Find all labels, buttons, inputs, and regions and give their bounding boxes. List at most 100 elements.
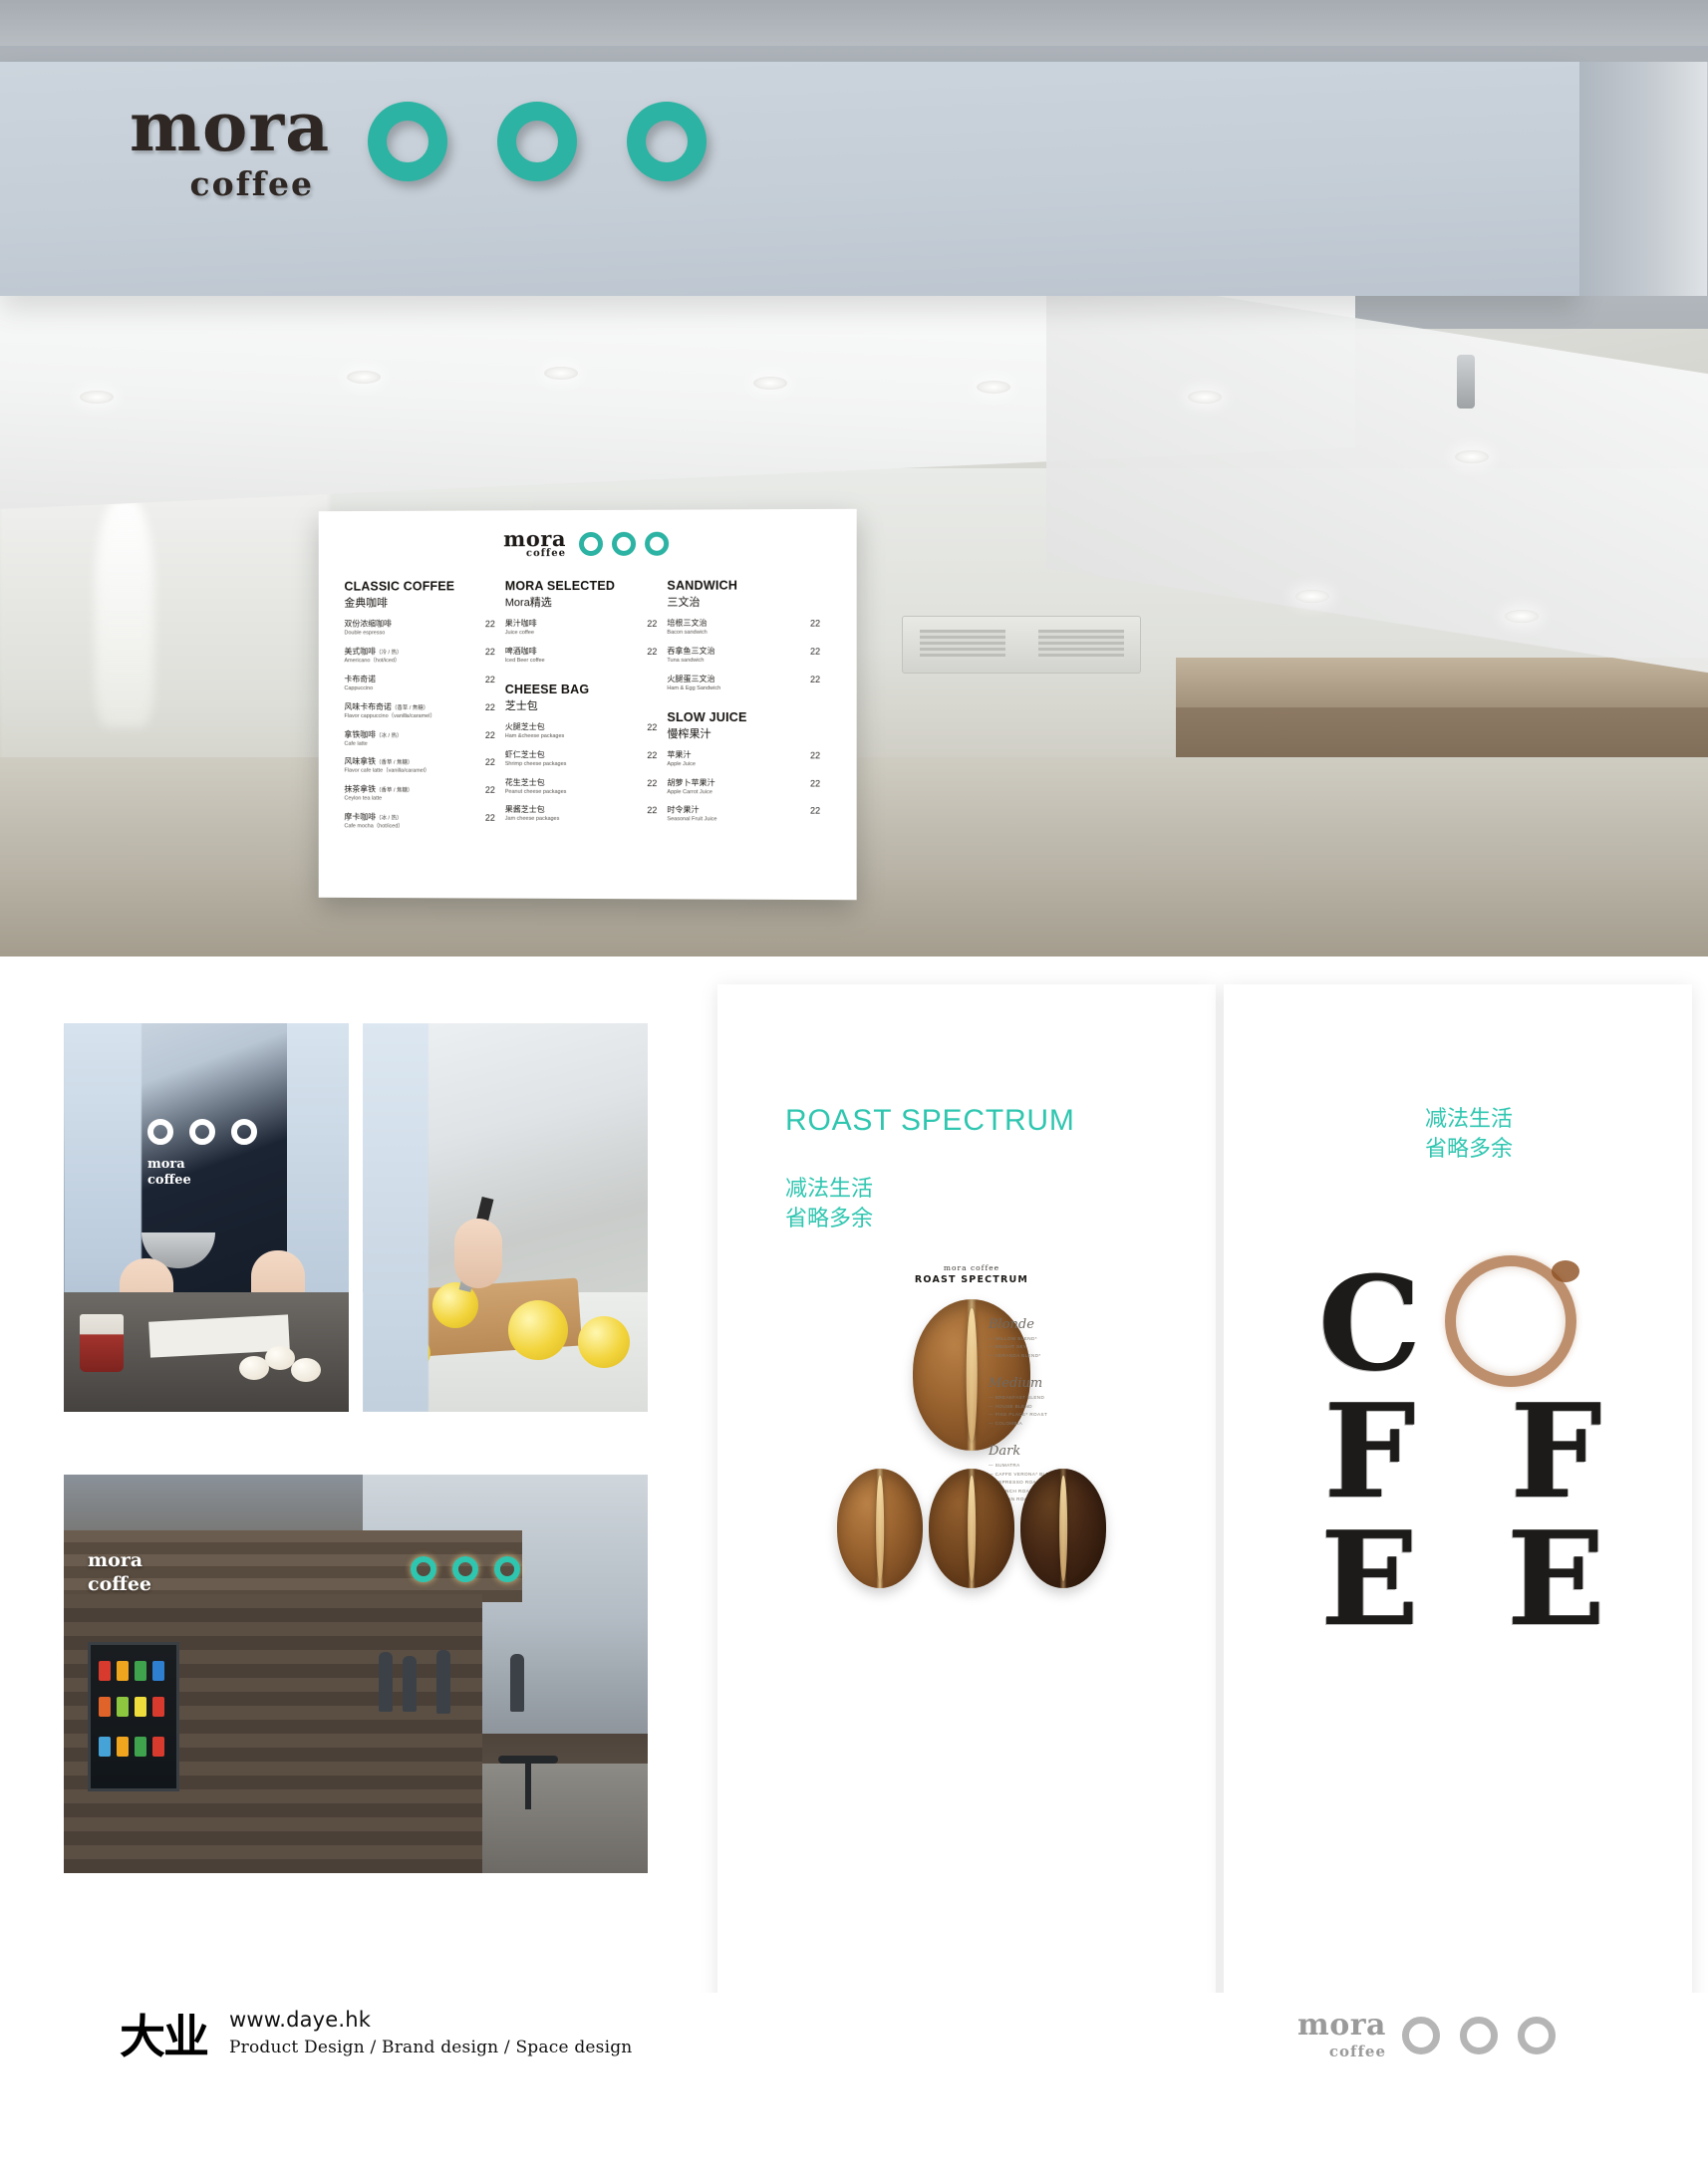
- kiosk-brand-name: mora: [88, 1549, 143, 1571]
- menu-item-names: 培根三文治 Bacon sandwich: [667, 619, 802, 637]
- artwork-header: mora coffee ROAST SPECTRUM: [837, 1263, 1106, 1285]
- hero-wordmark: mora coffee: [130, 94, 329, 203]
- ring-icon: [1402, 2016, 1440, 2054]
- menu-item-names: 卡布奇诺 Cappuccino: [344, 675, 477, 692]
- lemon: [432, 1282, 478, 1328]
- menu-item-name-cn: 果酱芝士包: [504, 805, 545, 815]
- menu-item-name-cn: 火腿蛋三文治: [667, 674, 715, 683]
- coffee-letter: E: [1319, 1502, 1420, 1656]
- menu-board: mora coffee CLASSIC COFFEE 金典咖啡 双份浓缩咖啡 Doub…: [318, 508, 857, 901]
- ring-icon: [645, 531, 670, 556]
- menu-section-title-cn: 三文治: [667, 596, 701, 609]
- lemon: [578, 1316, 630, 1368]
- hero-brand-sub: coffee: [189, 163, 314, 203]
- bottle: [117, 1697, 129, 1717]
- artwork-brand: mora coffee: [943, 1263, 1000, 1272]
- menu-item: 吞拿鱼三文治 Tuna sandwich 22: [667, 647, 820, 665]
- menu-item-price: 22: [810, 646, 821, 657]
- coffee-bean-blonde: [837, 1469, 923, 1588]
- ring-icon: [494, 1556, 520, 1582]
- poster-title: ROAST SPECTRUM: [785, 1104, 1075, 1137]
- hand: [454, 1219, 502, 1288]
- poster-slogan: 减法生活 省略多余: [785, 1174, 873, 1234]
- menu-item-name-en: Double espresso: [344, 630, 386, 637]
- coffee-letter: F: [1323, 1375, 1416, 1528]
- menu-item-names: 风味卡布奇诺（香草 / 焦糖） Flavor cappuccino（vanilla…: [344, 702, 477, 720]
- menu-item-price: 22: [810, 777, 821, 788]
- studio-url[interactable]: www.daye.hk: [229, 2008, 632, 2032]
- downlight-icon: [80, 391, 114, 404]
- menu-item-name-cn: 火腿芝士包: [504, 721, 545, 731]
- roast-group: Medium — BREAKFAST BLEND — HOUSE BLEND — PI…: [989, 1376, 1106, 1428]
- menu-item-name-en: Ceylon tea latte: [344, 795, 383, 802]
- menu-section-title-en: SANDWICH: [667, 578, 738, 593]
- downlight-icon: [1295, 590, 1329, 603]
- person-silhouette: [510, 1654, 524, 1712]
- roast-item: — SUMATRA: [989, 1463, 1020, 1469]
- hero-cafe-photo: mora coffee mora coffee CLASSIC COFFEE 金…: [0, 0, 1708, 956]
- menu-item-name-en: Apple Carrot Juice: [667, 788, 712, 795]
- menu-item-names: 吞拿鱼三文治 Tuna sandwich: [667, 647, 802, 665]
- menu-item-price: 22: [810, 805, 821, 816]
- menu-section-title-cn: 金典咖啡: [344, 597, 388, 610]
- downlight-icon: [1505, 610, 1539, 623]
- menu-item-note: （香草 / 焦糖）: [391, 704, 429, 711]
- spot-light-fixture: [1457, 355, 1475, 409]
- coffee-letter: E: [1506, 1502, 1606, 1656]
- menu-item-name-en: Tuna sandwich: [667, 657, 705, 664]
- roast-group-name: Medium: [989, 1376, 1043, 1392]
- person-silhouette: [403, 1656, 417, 1712]
- ring-icon: [368, 102, 447, 181]
- artwork-heading: ROAST SPECTRUM: [914, 1274, 1029, 1285]
- menu-item-name-cn: 虾仁芝士包: [504, 749, 545, 759]
- coffee-letter: F: [1510, 1375, 1602, 1528]
- roast-spectrum-artwork: mora coffee ROAST SPECTRUM Blonde — WILLO…: [837, 1263, 1106, 1682]
- menu-item: 时令果汁 Seasonal Fruit Juice 22: [667, 806, 820, 824]
- menu-item-name-cn: 抹茶拿铁（香草 / 焦糖）: [344, 784, 414, 794]
- menu-item: 卡布奇诺 Cappuccino 22: [344, 675, 494, 692]
- menu-item-note: （冷 / 热）: [376, 650, 403, 657]
- menu-board-wordmark: mora coffee: [503, 526, 566, 559]
- menu-item-name-en: Jam cheese packages: [504, 816, 560, 823]
- menu-item-name-en: Bacon sandwich: [667, 629, 708, 636]
- roast-item: — COLOMBIA: [989, 1420, 1023, 1426]
- person-silhouette: [436, 1650, 450, 1714]
- menu-item: 火腿芝士包 Ham &cheese packages 22: [505, 722, 658, 740]
- ring-icon: [411, 1556, 436, 1582]
- menu-item-name-cn: 吞拿鱼三文治: [667, 646, 715, 656]
- ring-icon: [1460, 2016, 1498, 2054]
- menu-item-names: 果汁咖啡 Juice coffee: [505, 619, 640, 637]
- menu-item-names: 抹茶拿铁（香草 / 焦糖） Ceylon tea latte: [344, 785, 477, 803]
- menu-item-name-cn: 风味卡布奇诺（香草 / 焦糖）: [344, 701, 429, 711]
- menu-item: 果汁咖啡 Juice coffee 22: [505, 619, 658, 637]
- coffee-bean-row: [837, 1469, 1106, 1588]
- coffee-ring-stain-icon: [1445, 1255, 1579, 1387]
- menu-item-name-cn: 卡布奇诺: [344, 674, 377, 683]
- ring-icon: [578, 531, 603, 556]
- menu-item: 花生芝士包 Peanut cheese packages 22: [505, 777, 658, 795]
- menu-item-name-en: Peanut cheese packages: [504, 788, 567, 795]
- menu-item: 果酱芝士包 Jam cheese packages 22: [505, 805, 658, 823]
- kiosk-brand-sub: coffee: [88, 1572, 152, 1595]
- roast-group-items: — WILLOW BLEND* — BRIGHT SKY — VERANDA BLE…: [989, 1335, 1106, 1360]
- menu-item: 啤酒咖啡 Iced Beer coffee 22: [505, 647, 658, 665]
- menu-item-name-en: Flavor cappuccino（vanilla/caramel）: [344, 712, 435, 719]
- menu-item-name-en: Cafe mocha（hot/iced）: [344, 823, 404, 830]
- menu-item-names: 果酱芝士包 Jam cheese packages: [505, 805, 640, 823]
- apron-logo-navy: mora coffee: [147, 1119, 257, 1190]
- menu-item-name-cn: 胡萝卜苹果汁: [667, 777, 715, 787]
- menu-item-price: 22: [647, 777, 658, 788]
- footer-brand-sub: coffee: [1328, 2043, 1386, 2060]
- ring-icon: [611, 531, 637, 556]
- coffee-bean-medium: [929, 1469, 1014, 1588]
- ring-icon: [497, 102, 577, 181]
- footer-wordmark: mora coffee: [1297, 2011, 1386, 2059]
- egg: [291, 1358, 321, 1382]
- menu-section-title-cn: 慢榨果汁: [667, 727, 712, 740]
- studio-name-cn: 大业: [120, 2010, 209, 2063]
- roast-group-name: Dark: [989, 1444, 1021, 1460]
- bottle: [135, 1697, 146, 1717]
- menu-item-name-en: Cafe latte: [344, 740, 368, 747]
- bottle: [99, 1737, 111, 1757]
- roast-item: — BRIGHT SKY: [989, 1344, 1027, 1350]
